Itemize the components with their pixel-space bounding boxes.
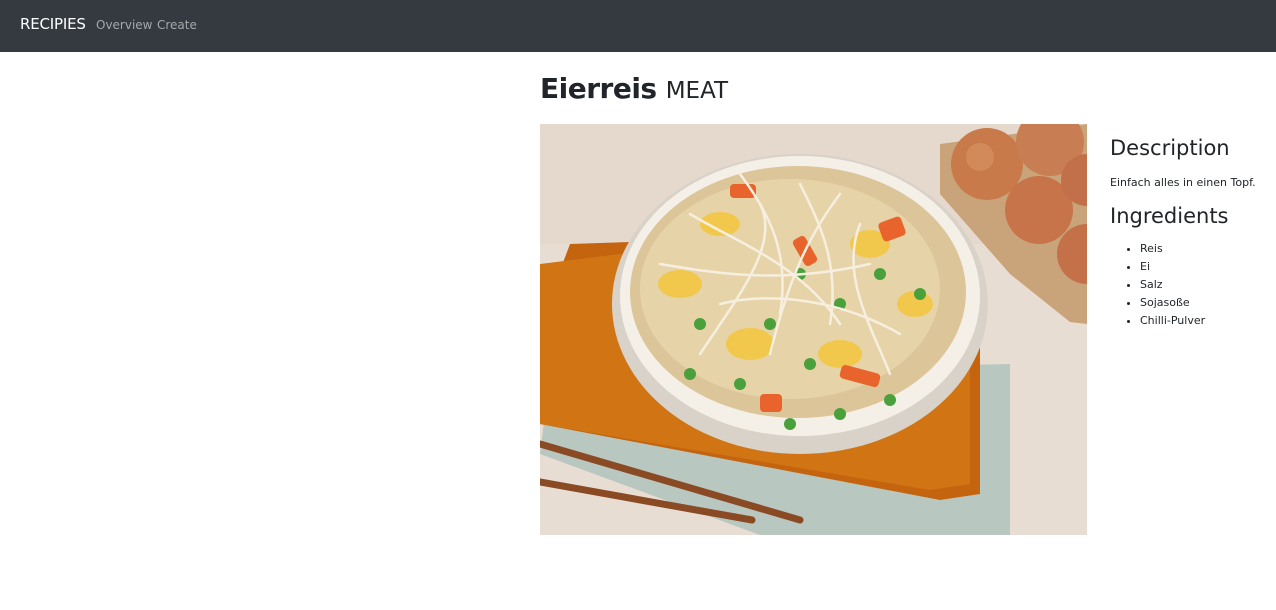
recipe-image (540, 124, 1087, 535)
recipe-heading: Eierreis MEAT (540, 72, 728, 105)
ingredient-item: Sojasoße (1140, 296, 1205, 314)
ingredient-item: Reis (1140, 242, 1205, 260)
recipe-title: Eierreis (540, 72, 657, 105)
ingredient-item: Ei (1140, 260, 1205, 278)
ingredient-item: Salz (1140, 278, 1205, 296)
nav-overview-link[interactable]: Overview (96, 18, 153, 32)
description-text: Einfach alles in einen Topf. (1110, 176, 1256, 189)
recipe-category: MEAT (665, 78, 729, 104)
nav-create-link[interactable]: Create (157, 18, 197, 32)
navbar: RECIPIES Overview Create (0, 0, 1276, 52)
description-heading: Description (1110, 136, 1230, 160)
ingredient-item: Chilli-Pulver (1140, 314, 1205, 332)
ingredients-list: Reis Ei Salz Sojasoße Chilli-Pulver (1140, 242, 1205, 332)
ingredients-heading: Ingredients (1110, 204, 1229, 228)
brand-link[interactable]: RECIPIES (20, 15, 86, 33)
